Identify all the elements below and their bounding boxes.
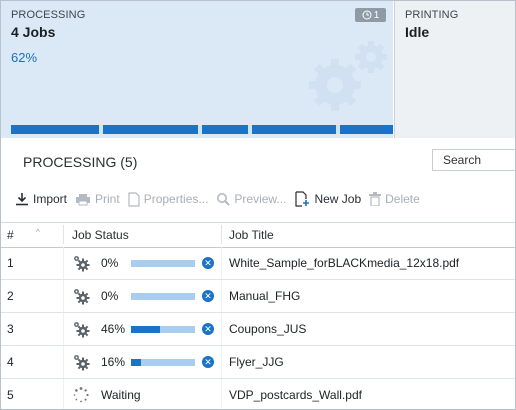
cell-divider <box>63 313 64 345</box>
printing-status: Idle <box>405 24 430 40</box>
cancel-job-icon[interactable]: ✕ <box>202 356 214 368</box>
cell-divider <box>63 247 64 279</box>
import-label: Import <box>33 192 68 206</box>
job-progress-percent: 0% <box>101 289 119 303</box>
job-title: Manual_FHG <box>229 289 301 303</box>
job-progress-bar <box>131 359 195 366</box>
job-number: 4 <box>7 355 14 369</box>
table-row[interactable]: 5 Waiting VDP_postcards_Wall.pdf <box>1 379 515 409</box>
processing-gears-icon <box>74 289 90 305</box>
job-number: 1 <box>7 256 14 270</box>
gears-watermark-icon <box>309 41 387 111</box>
job-progress-fill <box>131 326 161 333</box>
delete-button[interactable]: Delete <box>369 192 420 206</box>
printer-icon <box>76 193 91 205</box>
new-job-label: New Job <box>314 192 362 206</box>
job-progress-bar <box>131 293 195 300</box>
processing-gears-icon <box>74 355 90 371</box>
cell-divider <box>221 313 222 345</box>
cancel-job-icon[interactable]: ✕ <box>202 323 214 335</box>
processing-jobs-count: 4 Jobs <box>11 24 56 40</box>
cell-divider <box>221 280 222 312</box>
trash-icon <box>369 192 382 206</box>
table-header: # ^ Job Status Job Title <box>1 222 515 248</box>
job-progress-bar <box>131 260 195 267</box>
table-row[interactable]: 4 16% ✕ Flyer_JJG <box>1 346 515 379</box>
print-button[interactable]: Print <box>75 192 120 206</box>
queue-segment <box>339 125 393 134</box>
cell-divider <box>63 379 64 409</box>
job-progress-percent: 0% <box>101 256 119 270</box>
new-job-button[interactable]: New Job <box>294 191 361 207</box>
table-row[interactable]: 1 0% ✕ White_Sample_forBLACKmedia_12x18.… <box>1 247 515 280</box>
printing-caption: PRINTING <box>405 9 459 21</box>
printing-summary-panel[interactable]: PRINTING Idle <box>394 1 515 138</box>
processing-percent: 62% <box>11 50 38 65</box>
job-progress-fill <box>131 359 142 366</box>
queue-segment <box>11 125 99 134</box>
queue-progress-strip <box>11 125 393 134</box>
job-number: 3 <box>7 322 14 336</box>
cancel-job-icon[interactable]: ✕ <box>202 257 214 269</box>
new-document-icon <box>295 191 310 207</box>
cell-divider <box>63 280 64 312</box>
job-progress-percent: 46% <box>101 322 126 336</box>
column-divider[interactable] <box>63 225 64 244</box>
queue-segment <box>251 125 336 134</box>
job-title: Flyer_JJG <box>229 355 284 369</box>
sort-ascending-icon: ^ <box>36 228 40 237</box>
cell-divider <box>221 379 222 409</box>
delete-label: Delete <box>385 192 420 206</box>
waiting-spinner-icon <box>73 387 89 403</box>
import-button[interactable]: Import <box>15 192 67 206</box>
column-header-number[interactable]: # <box>7 228 14 242</box>
cancel-job-icon[interactable]: ✕ <box>202 290 214 302</box>
job-title: VDP_postcards_Wall.pdf <box>229 388 362 402</box>
alert-badge-count: 1 <box>373 9 380 21</box>
processing-summary-panel[interactable]: PROCESSING 4 Jobs 62% 1 <box>1 1 393 138</box>
queue-segment <box>102 125 198 134</box>
clock-icon <box>362 10 372 20</box>
job-number: 2 <box>7 289 14 303</box>
cell-divider <box>221 247 222 279</box>
processing-gears-icon <box>74 256 90 272</box>
table-row[interactable]: 3 46% ✕ Coupons_JUS <box>1 313 515 346</box>
job-status-text: Waiting <box>101 388 141 402</box>
preview-button[interactable]: Preview... <box>216 192 286 206</box>
alert-badge[interactable]: 1 <box>355 8 386 22</box>
job-progress-percent: 16% <box>101 355 126 369</box>
column-divider[interactable] <box>221 225 222 244</box>
column-header-job-title[interactable]: Job Title <box>229 228 274 242</box>
preview-label: Preview... <box>234 192 287 206</box>
job-title: Coupons_JUS <box>229 322 307 336</box>
search-input[interactable]: Search <box>432 149 515 171</box>
properties-button[interactable]: Properties... <box>128 191 209 207</box>
processing-caption: PROCESSING <box>11 9 86 21</box>
job-title: White_Sample_forBLACKmedia_12x18.pdf <box>229 256 460 270</box>
list-title: PROCESSING (5) <box>23 154 138 170</box>
table-row[interactable]: 2 0% ✕ Manual_FHG <box>1 280 515 313</box>
toolbar: Import Print Properties... Preview... Ne… <box>15 188 428 210</box>
properties-label: Properties... <box>143 192 209 206</box>
job-number: 5 <box>7 388 14 402</box>
column-header-job-status[interactable]: Job Status <box>72 228 129 242</box>
processing-gears-icon <box>74 322 90 338</box>
cell-divider <box>63 346 64 378</box>
cell-divider <box>221 346 222 378</box>
job-progress-bar <box>131 326 195 333</box>
import-icon <box>16 193 28 206</box>
job-list-window: PROCESSING 4 Jobs 62% 1 PRINTING Idle PR… <box>0 0 516 410</box>
magnifier-icon <box>217 193 231 206</box>
print-label: Print <box>95 192 120 206</box>
queue-segment <box>202 125 248 134</box>
document-icon <box>128 191 140 207</box>
